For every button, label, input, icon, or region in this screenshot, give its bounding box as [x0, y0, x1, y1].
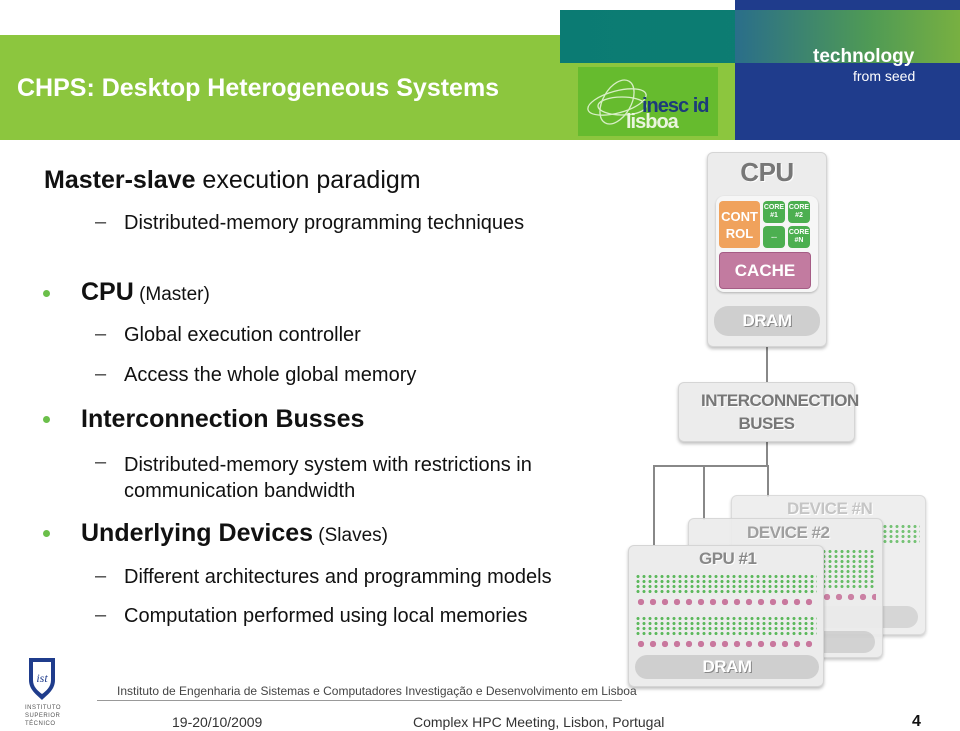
connector-line [766, 440, 768, 466]
memory-grid [821, 591, 876, 603]
cpu-core-area: CONT ROL CORE #1 CORE #2 ... CORE #N CAC… [716, 196, 818, 292]
core-ellipsis: ... [763, 226, 785, 248]
ist-logo-text: INSTITUTO SUPERIOR TÉCNICO [25, 705, 62, 727]
dash-marker: – [95, 323, 107, 345]
bullet-icon [43, 290, 50, 297]
bullet-interconnect: Interconnection Busses [81, 405, 365, 433]
core-grid [635, 574, 817, 594]
ist-shield-icon: ist [29, 658, 55, 700]
heading-rest: execution paradigm [195, 166, 421, 194]
core-1: CORE #1 [763, 201, 785, 223]
page-number: 4 [912, 713, 921, 730]
gpu-1: GPU #1 DRAM [628, 545, 824, 687]
sub-item: Distributed-memory system with restricti… [124, 454, 532, 502]
sub-item: Global execution controller [124, 324, 361, 346]
gpu-dram: DRAM [635, 655, 819, 679]
cache: CACHE [719, 252, 811, 289]
connector-line [653, 465, 768, 467]
sub-item: Access the whole global memory [124, 364, 417, 386]
heading-sub: Distributed-memory programming technique… [124, 212, 525, 234]
cpu-box: CPU CONT ROL CORE #1 CORE #2 ... CORE #N… [707, 152, 827, 347]
dash-marker: – [95, 211, 107, 233]
footer-event: Complex HPC Meeting, Lisbon, Portugal [413, 714, 665, 730]
ist-logo: ist [24, 656, 60, 704]
sub-item: Computation performed using local memori… [124, 605, 528, 627]
connector-line [653, 465, 655, 545]
sub-item: Different architectures and programming … [124, 566, 552, 588]
control-unit: CONT ROL [719, 201, 760, 248]
bullet-cpu: CPU (Master) [81, 278, 210, 306]
memory-grid [635, 638, 817, 650]
heading: Master-slave execution paradigm [44, 166, 421, 195]
core-2: CORE #2 [788, 201, 810, 223]
tagline-main: technology [813, 46, 915, 67]
dash-marker: – [95, 451, 107, 473]
footer-institute: Instituto de Engenharia de Sistemas e Co… [117, 684, 637, 698]
heading-bold: Master-slave [44, 166, 196, 194]
connector-line [766, 345, 768, 385]
core-grid [821, 549, 876, 589]
core-grid [882, 524, 920, 544]
cpu-label: CPU [740, 157, 794, 187]
interconnection-buses: INTERCONNECTION BUSES [678, 382, 859, 442]
bullet-icon [43, 530, 50, 537]
cpu-dram: DRAM [714, 306, 820, 336]
bullet-icon [43, 416, 50, 423]
core-n: CORE #N [788, 226, 810, 248]
dash-marker: – [95, 604, 107, 626]
tagline-sub: from seed [853, 68, 916, 84]
dash-marker: – [95, 565, 107, 587]
footer-divider [97, 700, 622, 701]
connector-line [703, 465, 705, 520]
svg-text:ist: ist [36, 671, 48, 685]
memory-grid [635, 596, 817, 608]
connector-line [767, 465, 769, 497]
slide-title: CHPS: Desktop Heterogeneous Systems [17, 74, 500, 102]
bullet-devices: Underlying Devices (Slaves) [81, 519, 388, 547]
core-grid [635, 616, 817, 636]
footer-date: 19-20/10/2009 [172, 714, 263, 730]
logo-text-lisboa: lisboa [626, 111, 679, 133]
inesc-id-logo: inesc id lisboa [578, 67, 718, 136]
dash-marker: – [95, 363, 107, 385]
